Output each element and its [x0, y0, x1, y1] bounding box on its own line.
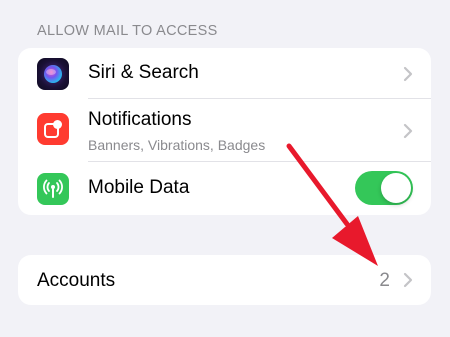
siri-search-label: Siri & Search [88, 62, 199, 83]
mobile-data-label: Mobile Data [88, 177, 190, 198]
notifications-label: Notifications [88, 109, 192, 130]
toggle-knob [381, 173, 411, 203]
mobile-data-toggle[interactable] [355, 171, 413, 205]
notifications-icon [37, 113, 69, 145]
section-header: ALLOW MAIL TO ACCESS [37, 23, 218, 39]
accounts-row[interactable]: Accounts 2 [18, 255, 431, 305]
accounts-group: Accounts 2 [18, 255, 431, 305]
chevron-right-icon [403, 66, 413, 82]
allow-access-group: Siri & Search Notifications Banners, Vib… [18, 48, 431, 215]
notifications-row[interactable]: Notifications Banners, Vibrations, Badge… [18, 99, 431, 162]
notifications-subtitle: Banners, Vibrations, Badges [88, 137, 266, 153]
mobile-data-icon [37, 173, 69, 205]
mobile-data-row: Mobile Data [18, 162, 431, 215]
accounts-count: 2 [379, 270, 390, 291]
siri-icon [37, 58, 69, 90]
accounts-label: Accounts [37, 270, 116, 291]
chevron-right-icon [403, 123, 413, 139]
chevron-right-icon [403, 272, 413, 288]
siri-search-row[interactable]: Siri & Search [18, 48, 431, 99]
